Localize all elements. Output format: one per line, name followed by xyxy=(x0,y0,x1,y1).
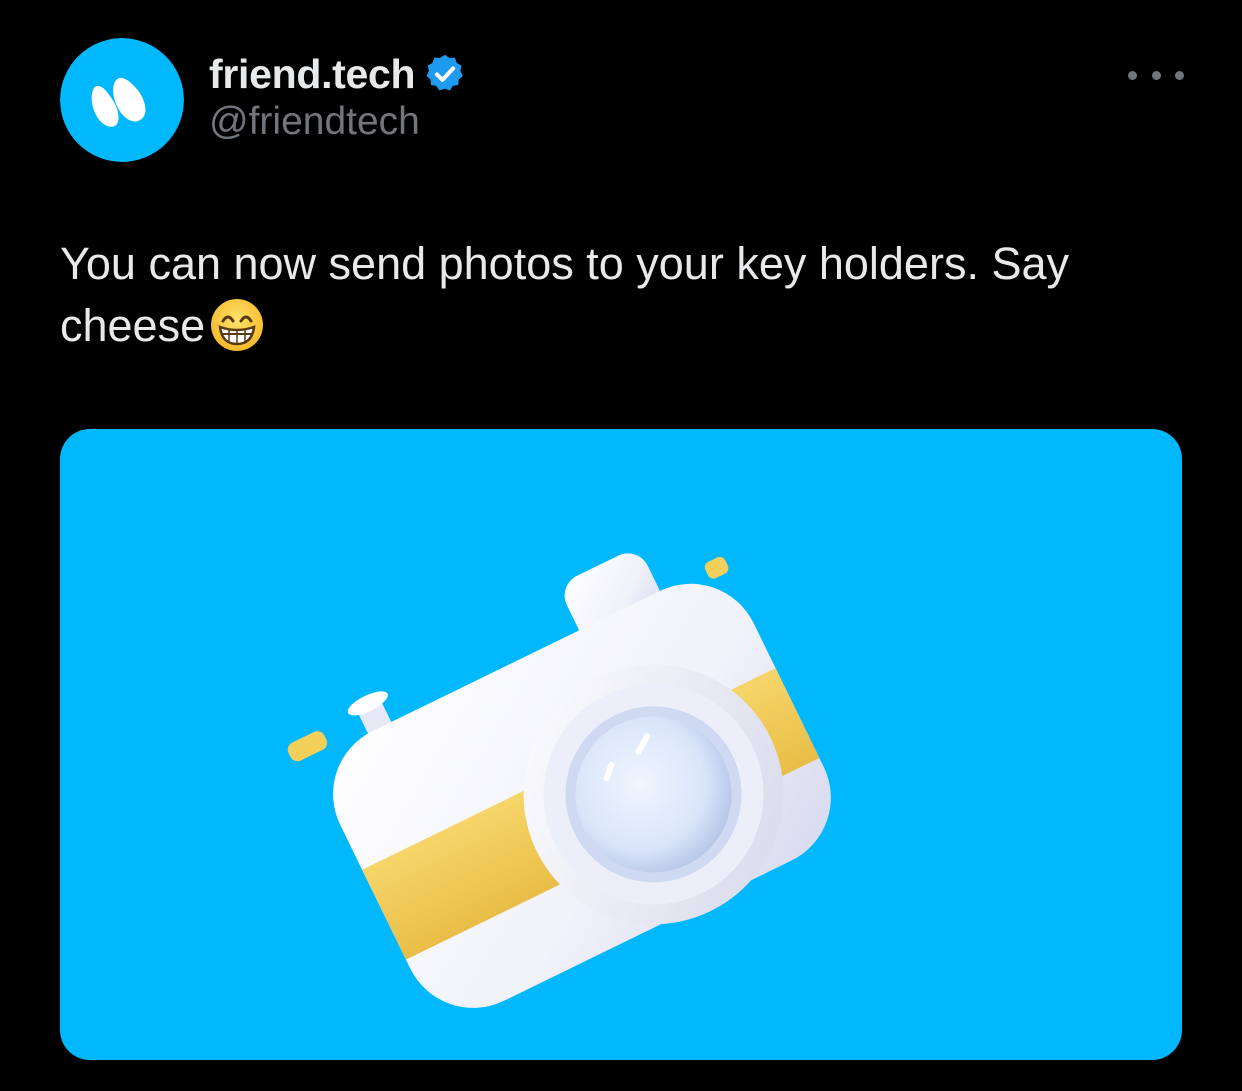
more-dot-icon xyxy=(1151,70,1161,80)
more-dot-icon xyxy=(1128,70,1137,80)
tweet-media-image[interactable] xyxy=(60,429,1182,1060)
author-display-name[interactable]: friend.tech xyxy=(209,51,416,98)
camera-3d-icon xyxy=(287,553,831,1008)
more-options-button[interactable] xyxy=(1128,60,1184,90)
tweet-text: You can now send photos to your key hold… xyxy=(60,233,1190,357)
avatar[interactable] xyxy=(60,38,184,162)
friendtech-logo-icon xyxy=(60,38,184,162)
tweet: friend.tech @friendtech You can now send… xyxy=(0,0,1242,1091)
grinning-face-emoji-icon xyxy=(209,297,265,353)
more-dot-icon xyxy=(1175,70,1184,80)
author-handle[interactable]: @friendtech xyxy=(209,100,420,144)
verified-badge-icon xyxy=(423,52,467,96)
author-name-row: friend.tech xyxy=(209,48,467,100)
